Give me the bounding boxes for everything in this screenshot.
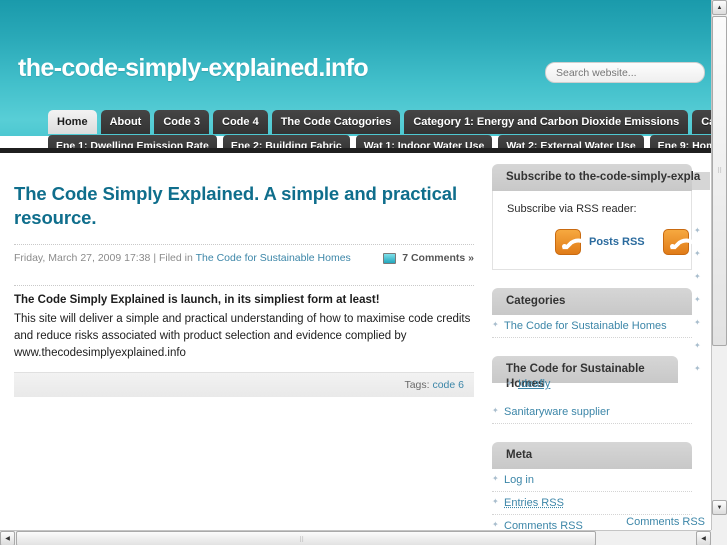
- comments-link[interactable]: 7 Comments »: [383, 252, 474, 264]
- bullet-icon: ✦: [694, 318, 701, 327]
- widget-subscribe: Subscribe to the-code-simply-expla Subsc…: [492, 164, 700, 270]
- widget-code-links: The Code for Sustainable Homes Ideafly S…: [492, 356, 692, 424]
- sidebar-secondary-clipped: ✦ ✦ ✦ ✦ ✦ ✦ ✦: [692, 160, 711, 530]
- main-content: The Code Simply Explained. A simple and …: [0, 160, 492, 530]
- post-meta: Friday, March 27, 2009 17:38 | Filed in …: [14, 245, 474, 271]
- comments-count-label: 7 Comments »: [402, 252, 474, 264]
- body-columns: The Code Simply Explained. A simple and …: [0, 160, 711, 530]
- scrollbar-corner: [711, 530, 727, 545]
- triangle-up-icon: ▲: [716, 4, 723, 11]
- triangle-left-icon: ◀: [701, 536, 706, 542]
- nav-item-category-1[interactable]: Category 1: Energy and Carbon Dioxide Em…: [404, 110, 689, 134]
- bullet-icon: ✦: [694, 295, 701, 304]
- header-gap: [0, 153, 711, 160]
- grip-icon: ⠿: [717, 168, 724, 175]
- nav-item-category-2[interactable]: Category 2: W: [692, 110, 711, 134]
- nav-item-about[interactable]: About: [100, 110, 151, 134]
- nav-label: The Code Catogories: [280, 115, 392, 128]
- rss-feed-label: Posts RSS: [589, 236, 645, 248]
- tags-label: Tags:: [404, 379, 430, 391]
- rss-icon: [662, 229, 689, 255]
- post-category-link[interactable]: The Code for Sustainable Homes: [196, 252, 351, 264]
- clipped-bullet-list: ✦ ✦ ✦ ✦ ✦ ✦ ✦: [692, 190, 711, 387]
- widget-subscribe-title: Subscribe to the-code-simply-expla: [492, 164, 700, 191]
- code-link[interactable]: Sanitaryware supplier: [504, 406, 610, 418]
- nav-label: Code 3: [163, 115, 201, 128]
- scroll-down-button[interactable]: ▼: [712, 500, 727, 515]
- tag-link-code-6[interactable]: code 6: [432, 379, 464, 391]
- bullet-icon: ✦: [694, 341, 701, 350]
- primary-nav: Home About Code 3 Code 4 The Code Catogo…: [48, 110, 711, 134]
- nav-item-home[interactable]: Home: [48, 110, 97, 134]
- meta-separator: |: [153, 252, 157, 264]
- meta-link-entries-rss[interactable]: Entries RSS: [504, 497, 564, 509]
- nav-label: Home: [57, 115, 88, 128]
- vertical-scrollbar[interactable]: ▲ ⠿ ▼: [711, 0, 727, 530]
- search-input[interactable]: [545, 62, 705, 83]
- nav-item-code-3[interactable]: Code 3: [154, 110, 210, 134]
- horizontal-scrollbar[interactable]: ◀ ⠿ ◀ ▶: [0, 530, 727, 545]
- site-header: the-code-simply-explained.info Home Abou…: [0, 0, 711, 156]
- post-body: The Code Simply Explained is launch, in …: [14, 286, 474, 372]
- sidebar-primary: Subscribe to the-code-simply-expla Subsc…: [492, 160, 700, 530]
- nav-item-code-4[interactable]: Code 4: [213, 110, 268, 134]
- scroll-up-button[interactable]: ▲: [712, 0, 727, 15]
- bullet-icon: ✦: [694, 272, 701, 281]
- nav-item-the-code-catogories[interactable]: The Code Catogories: [271, 110, 401, 134]
- post-date: Friday, March 27, 2009 17:38: [14, 252, 151, 264]
- scroll-left-button[interactable]: ◀: [0, 531, 15, 545]
- post-title[interactable]: The Code Simply Explained. A simple and …: [14, 182, 474, 230]
- meta-link-login[interactable]: Log in: [504, 474, 534, 486]
- horizontal-scroll-thumb[interactable]: ⠿: [16, 531, 596, 545]
- rss-icon: [555, 229, 581, 255]
- page-content: the-code-simply-explained.info Home Abou…: [0, 0, 711, 530]
- browser-viewport: the-code-simply-explained.info Home Abou…: [0, 0, 727, 545]
- triangle-left-icon: ◀: [5, 536, 10, 542]
- widget-subscribe-body: Subscribe via RSS reader: Posts RSS: [492, 191, 692, 270]
- comment-bubble-icon: [383, 252, 397, 264]
- list-item[interactable]: Log in: [492, 469, 692, 492]
- rss-feed-posts[interactable]: Posts RSS: [555, 229, 645, 255]
- category-link[interactable]: The Code for Sustainable Homes: [504, 320, 667, 332]
- nav-label: Category 1: Energy and Carbon Dioxide Em…: [413, 115, 680, 128]
- categories-list: The Code for Sustainable Homes: [492, 315, 692, 338]
- filed-in-label: Filed in: [158, 252, 193, 264]
- widget-meta-title: Meta: [492, 442, 692, 469]
- grip-icon: ⠿: [299, 537, 306, 544]
- post-paragraph: This site will deliver a simple and prac…: [14, 313, 471, 359]
- list-item[interactable]: Entries RSS: [492, 492, 692, 515]
- meta-link-comments-rss[interactable]: Comments RSS: [504, 520, 583, 530]
- nav-label: About: [109, 115, 142, 128]
- clipped-comments-rss-text: Comments RSS: [626, 516, 705, 528]
- site-title: the-code-simply-explained.info: [18, 54, 369, 82]
- widget-categories-title: Categories: [492, 288, 692, 315]
- vertical-scroll-thumb[interactable]: ⠿: [712, 16, 727, 346]
- code-links-list: Sanitaryware supplier: [492, 401, 692, 424]
- widget-categories: Categories The Code for Sustainable Home…: [492, 288, 692, 338]
- list-item[interactable]: Sanitaryware supplier: [492, 401, 692, 424]
- bullet-icon: ✦: [694, 364, 701, 373]
- nav-label: Category 2: W: [701, 115, 711, 128]
- subscribe-intro: Subscribe via RSS reader:: [507, 203, 637, 215]
- post-meta-left: Friday, March 27, 2009 17:38 | Filed in …: [14, 252, 351, 264]
- post-lead: The Code Simply Explained is launch, in …: [14, 294, 380, 306]
- rss-feed-comments[interactable]: [662, 229, 697, 255]
- triangle-down-icon: ▼: [716, 504, 723, 511]
- list-item[interactable]: The Code for Sustainable Homes: [492, 315, 692, 338]
- search-form[interactable]: [545, 62, 705, 83]
- code-link-overlapped[interactable]: Ideafly: [506, 378, 550, 390]
- rss-feed-row: Posts RSS: [507, 229, 689, 255]
- nav-label: Code 4: [222, 115, 259, 128]
- scroll-left-button-secondary[interactable]: ◀: [696, 531, 711, 545]
- post-tags-bar: Tags: code 6: [14, 372, 474, 397]
